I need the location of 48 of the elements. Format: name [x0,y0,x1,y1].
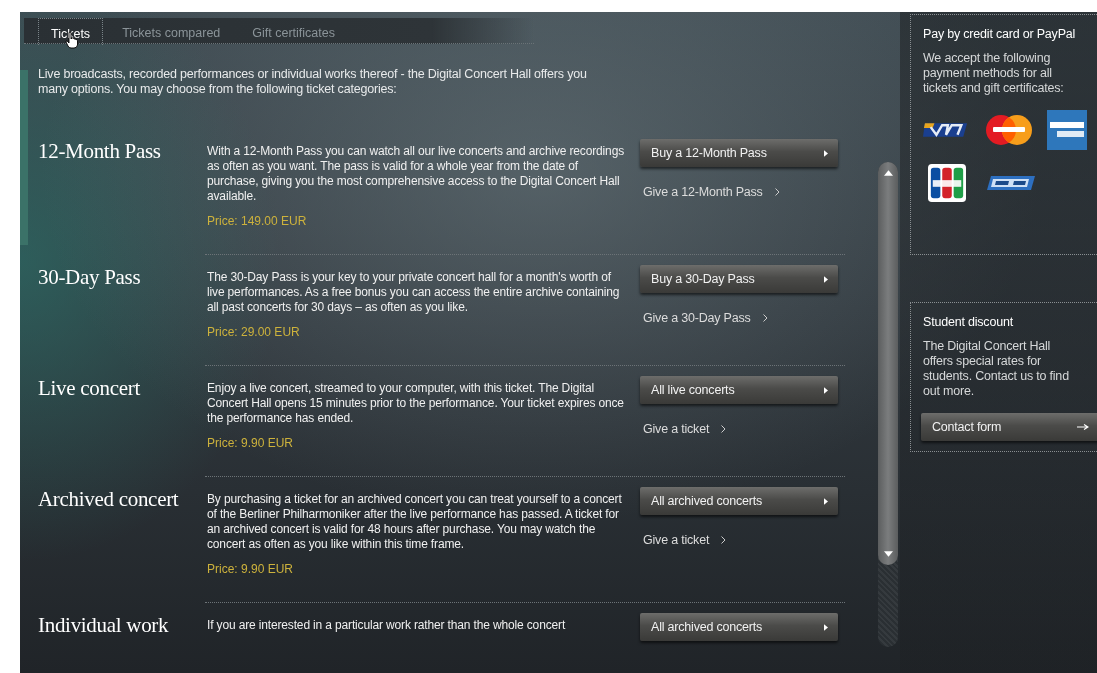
card-logo-icon [927,164,967,202]
gift-link[interactable]: Give a 12-Month Pass [643,185,780,199]
category-title: Individual work [38,613,170,639]
category-description: If you are interested in a particular work rather than the whole concert [207,618,567,633]
panel-text: The Digital Concert Hall offers special rates for students. Contact us to find out more. [923,339,1070,399]
scroll-down-icon[interactable] [883,551,893,557]
caret-icon [824,386,828,394]
caret-icon [824,623,828,631]
category-description: By purchasing a ticket for an archived concert you can treat yourself to a concert of the Berliner Philharmoniker after the live performance has passed. A ticket for an archived concert is valid for 48 hours after purchase. You may watch the concert as often as you like within this time frame. [207,492,623,552]
category-title: Archived concert [38,487,180,513]
panel-title: Student discount [923,315,1014,329]
tab[interactable]: Gift certificates [239,18,348,43]
category-description: The 30-Day Pass is your key to your private concert hall for a month's worth of live performances. As a free bonus you can access the entire archive containing all past concerts for 30 days – as often as you like. [207,270,621,315]
tab[interactable]: Tickets compared [109,18,234,43]
gift-link[interactable]: Give a ticket [643,533,727,547]
panel-text: We accept the following payment methods for all tickets and gift certificates: [923,51,1065,96]
caret-icon [824,149,828,157]
chevron-icon [721,425,727,433]
category-title: 12-Month Pass [38,139,162,165]
buy-button[interactable]: All archived concerts [640,487,838,515]
price-text: Price: 9.90 EUR [207,436,295,450]
chevron-icon [721,536,727,544]
caret-icon [824,275,828,283]
chevron-icon [774,188,780,196]
intro-text: Live broadcasts, recorded performances or individual works thereof - the Digital Concert Hall offers you many options. You may choose from the following ticket categories: [38,67,588,97]
scroll-up-icon[interactable] [883,170,893,176]
gift-link[interactable]: Give a ticket [643,422,727,436]
caret-icon [824,497,828,505]
buy-button[interactable]: Buy a 12-Month Pass [640,139,838,167]
contact-button[interactable]: Contact form [921,413,1097,441]
panel-title: Pay by credit card or PayPal [923,27,1077,41]
buy-button[interactable]: All archived concerts [640,613,838,641]
category-description: With a 12-Month Pass you can watch all our live concerts and archive recordings as often as you want. The pass is valid for a whole year from the date of purchase, giving you the most comprehensive access to the Digital Concert Hall available. [207,144,626,204]
arrow-right-icon [1077,424,1089,430]
gift-link[interactable]: Give a 30-Day Pass [643,311,768,325]
category-description: Enjoy a live concert, streamed to your computer, with this ticket. The Digital Concert Hall opens 15 minutes prior to the performance. Your ticket expires once the performance has ended. [207,381,625,426]
scrollbar[interactable] [878,162,898,647]
buy-button[interactable]: Buy a 30-Day Pass [640,265,838,293]
category-title: 30-Day Pass [38,265,142,291]
price-text: Price: 29.00 EUR [207,325,301,339]
price-text: Price: 149.00 EUR [207,214,308,228]
card-logo-icon [985,114,1033,146]
buy-button[interactable]: All live concerts [640,376,838,404]
chevron-icon [762,314,768,322]
scroll-thumb[interactable] [878,162,898,565]
card-logo-icon [1047,110,1087,150]
category-title: Live concert [38,376,141,402]
price-text: Price: 9.90 EUR [207,562,295,576]
